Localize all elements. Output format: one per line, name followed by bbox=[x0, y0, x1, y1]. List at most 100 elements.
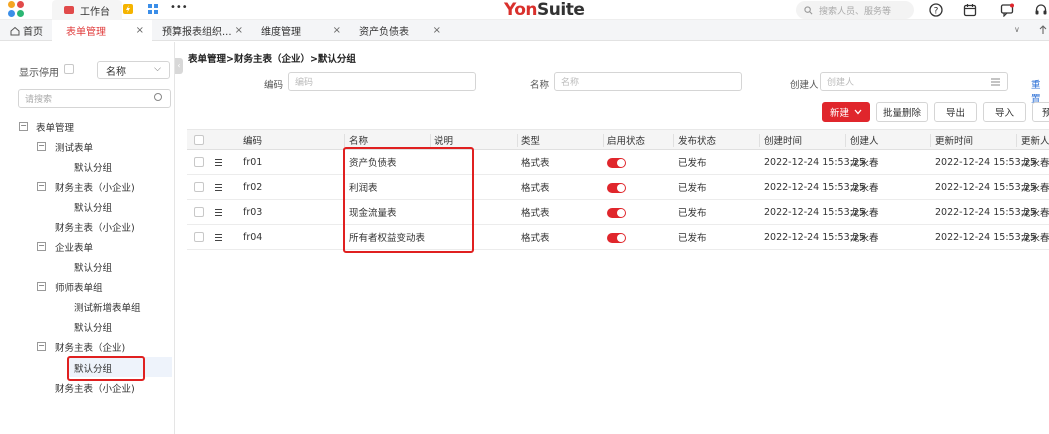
calendar-icon[interactable] bbox=[963, 3, 977, 17]
tree-node[interactable]: 财务主表（小企业) bbox=[55, 381, 135, 395]
select-all-checkbox[interactable] bbox=[194, 135, 204, 145]
tab-form-management[interactable]: 表单管理 × bbox=[52, 20, 152, 41]
more-icon[interactable]: ••• bbox=[170, 2, 188, 13]
column-header[interactable]: 更新时间 bbox=[935, 130, 973, 149]
creator-filter-input[interactable]: 创建人 bbox=[820, 72, 1008, 91]
field-select[interactable]: 名称 ⌵ bbox=[97, 61, 170, 79]
tree-toggle-icon[interactable]: − bbox=[19, 122, 28, 131]
cell-code: fr03 bbox=[243, 206, 263, 218]
close-icon[interactable]: × bbox=[433, 25, 441, 36]
enable-toggle[interactable] bbox=[607, 233, 626, 243]
table-row[interactable]: fr04 所有者权益变动表 格式表 已发布 2022-12-24 15:53:2… bbox=[187, 225, 1049, 250]
tree-node[interactable]: 默认分组 bbox=[74, 160, 112, 174]
search-icon bbox=[154, 93, 162, 101]
tree-node[interactable]: 企业表单 bbox=[55, 240, 93, 254]
name-filter-input[interactable]: 名称 bbox=[554, 72, 742, 91]
tab-balance-sheet[interactable]: 资产负债表 × bbox=[349, 20, 449, 41]
table-row[interactable]: fr01 资产负债表 格式表 已发布 2022-12-24 15:53:25 龙… bbox=[187, 150, 1049, 175]
row-checkbox[interactable] bbox=[194, 157, 204, 167]
drag-handle-icon[interactable] bbox=[215, 159, 222, 166]
help-icon[interactable]: ? bbox=[929, 3, 943, 17]
preview-label: 预 bbox=[1042, 108, 1049, 119]
tree-node[interactable]: 测试表单 bbox=[55, 140, 93, 154]
preview-button[interactable]: 预 bbox=[1032, 102, 1049, 122]
cell-publish: 已发布 bbox=[678, 183, 707, 194]
column-header[interactable]: 创建人 bbox=[850, 130, 879, 149]
tab-budget-report-org[interactable]: 预算报表组织... × bbox=[152, 20, 251, 41]
headset-icon[interactable] bbox=[1034, 3, 1048, 17]
drag-handle-icon[interactable] bbox=[215, 234, 222, 241]
column-header[interactable]: 创建时间 bbox=[764, 130, 802, 149]
enable-toggle[interactable] bbox=[607, 158, 626, 168]
app-menu-icon[interactable] bbox=[8, 1, 28, 19]
cell-updater: 龙永春 bbox=[1021, 233, 1049, 244]
tree-node[interactable]: 师师表单组 bbox=[55, 280, 103, 294]
brand-suite: Suite bbox=[537, 0, 585, 20]
tree-node[interactable]: 表单管理 bbox=[36, 120, 74, 134]
list-icon bbox=[991, 78, 1000, 86]
pin-icon[interactable] bbox=[1038, 25, 1048, 36]
message-icon[interactable] bbox=[1000, 3, 1014, 17]
row-checkbox[interactable] bbox=[194, 232, 204, 242]
creator-placeholder: 创建人 bbox=[827, 78, 855, 88]
tree-node[interactable]: 财务主表（小企业) bbox=[55, 180, 135, 194]
column-header[interactable]: 类型 bbox=[521, 130, 540, 149]
drag-handle-icon[interactable] bbox=[215, 184, 222, 191]
reset-link[interactable]: 重置 bbox=[1031, 77, 1049, 105]
batch-delete-button[interactable]: 批量删除 bbox=[876, 102, 928, 122]
tab-dropdown-icon[interactable]: ∨ bbox=[1014, 25, 1020, 34]
cell-type: 格式表 bbox=[521, 158, 550, 169]
svg-text:?: ? bbox=[934, 7, 939, 17]
tab-dimension-management[interactable]: 维度管理 × bbox=[251, 20, 349, 41]
tree-toggle-icon[interactable]: − bbox=[37, 242, 46, 251]
tree-toggle-icon[interactable]: − bbox=[37, 182, 46, 191]
cell-creator: 龙永春 bbox=[850, 158, 879, 169]
search-placeholder: 搜索人员、服务等 bbox=[819, 6, 892, 17]
table-header: 编码 名称 说明 类型 启用状态 发布状态 创建时间 创建人 更新时间 更新人 bbox=[187, 129, 1049, 150]
column-header[interactable]: 编码 bbox=[243, 130, 262, 149]
column-header[interactable]: 发布状态 bbox=[678, 130, 716, 149]
tree-toggle-icon[interactable]: − bbox=[37, 282, 46, 291]
workbench-tab[interactable]: 工作台 bbox=[52, 0, 122, 20]
lightning-icon[interactable] bbox=[122, 3, 134, 15]
new-button[interactable]: 新建 bbox=[822, 102, 870, 122]
batch-delete-label: 批量删除 bbox=[882, 108, 921, 119]
export-button[interactable]: 导出 bbox=[934, 102, 977, 122]
new-button-label: 新建 bbox=[829, 108, 849, 119]
tree-node[interactable]: 财务主表（企业) bbox=[55, 340, 125, 354]
tree-node[interactable]: 财务主表（小企业) bbox=[55, 220, 135, 234]
enable-toggle[interactable] bbox=[607, 208, 626, 218]
close-icon[interactable]: × bbox=[235, 25, 243, 36]
close-icon[interactable]: × bbox=[333, 25, 341, 36]
drag-handle-icon[interactable] bbox=[215, 209, 222, 216]
show-disabled-checkbox[interactable] bbox=[64, 64, 74, 74]
tree-node[interactable]: 默认分组 bbox=[74, 320, 112, 334]
code-filter-label: 编码 bbox=[264, 80, 284, 91]
sidebar-collapse-handle[interactable]: ‹ bbox=[175, 58, 183, 74]
row-checkbox[interactable] bbox=[194, 207, 204, 217]
name-placeholder: 名称 bbox=[561, 78, 580, 88]
tree-toggle-icon[interactable]: − bbox=[37, 342, 46, 351]
brand-logo: YonSuite bbox=[504, 0, 585, 20]
tree-node[interactable]: 默认分组 bbox=[74, 260, 112, 274]
apps-icon[interactable] bbox=[147, 3, 159, 15]
tree-node[interactable]: 默认分组 bbox=[74, 200, 112, 214]
cell-publish: 已发布 bbox=[678, 158, 707, 169]
close-icon[interactable]: × bbox=[136, 25, 144, 36]
tree-node[interactable]: 测试新增表单组 bbox=[74, 300, 141, 314]
enable-toggle[interactable] bbox=[607, 183, 626, 193]
column-header[interactable]: 更新人 bbox=[1021, 130, 1049, 149]
row-checkbox[interactable] bbox=[194, 182, 204, 192]
table-row[interactable]: fr03 现金流量表 格式表 已发布 2022-12-24 15:53:25 龙… bbox=[187, 200, 1049, 225]
tree-search-input[interactable]: 请搜索 bbox=[18, 89, 171, 108]
cell-type: 格式表 bbox=[521, 183, 550, 194]
table-row[interactable]: fr02 利润表 格式表 已发布 2022-12-24 15:53:25 龙永春… bbox=[187, 175, 1049, 200]
cell-creator: 龙永春 bbox=[850, 208, 879, 219]
column-header[interactable]: 启用状态 bbox=[607, 130, 645, 149]
global-search-input[interactable]: 搜索人员、服务等 bbox=[796, 1, 914, 19]
import-button[interactable]: 导入 bbox=[983, 102, 1026, 122]
code-filter-input[interactable]: 编码 bbox=[288, 72, 476, 91]
tree-toggle-icon[interactable]: − bbox=[37, 142, 46, 151]
tab-label: 维度管理 bbox=[261, 27, 301, 38]
tab-home[interactable]: 首页 bbox=[0, 20, 52, 41]
